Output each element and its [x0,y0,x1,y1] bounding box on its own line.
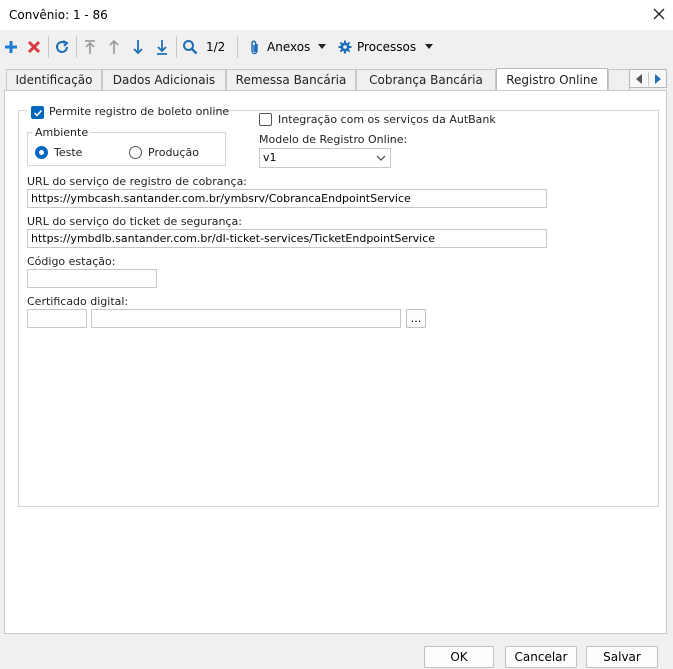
first-record-icon[interactable] [80,36,100,58]
refresh-icon[interactable] [52,36,72,58]
url-ticket-label: URL do serviço do ticket de segurança: [27,215,242,228]
tab-label: Identificação [15,73,93,87]
tab-label: Registro Online [506,73,598,87]
permite-registro-label: Permite registro de boleto online [49,105,230,118]
tab-label: Dados Adicionais [112,73,216,87]
url-cobranca-input[interactable]: https://ymbcash.santander.com.br/ymbsrv/… [27,189,547,208]
toolbar-separator [176,36,177,58]
tab-cobranca-bancaria[interactable]: Cobrança Bancária [356,69,496,90]
tab-overflow[interactable] [608,69,630,90]
add-icon[interactable] [1,36,21,58]
cancel-label: Cancelar [514,650,568,664]
search-icon[interactable] [180,36,200,58]
tab-dados-adicionais[interactable]: Dados Adicionais [102,69,226,90]
last-record-icon[interactable] [152,36,172,58]
ambiente-producao-label: Produção [148,146,199,159]
chevron-down-icon [318,44,326,49]
previous-record-icon[interactable] [104,36,124,58]
anexos-label: Anexos [267,40,311,54]
certificado-path-input[interactable] [91,309,401,328]
ambiente-producao-radio[interactable] [129,146,142,159]
modelo-registro-value: v1 [263,151,277,164]
tab-label: Remessa Bancária [235,73,347,87]
tab-identificacao[interactable]: Identificação [6,69,102,90]
processos-label: Processos [357,40,417,54]
tab-panel-registro-online: Permite registro de boleto online Ambien… [4,90,667,634]
toolbar-separator [76,36,77,58]
checkmark-icon [33,109,43,117]
chevron-down-icon [376,155,386,161]
tab-remessa-bancaria[interactable]: Remessa Bancária [226,69,356,90]
cancel-button[interactable]: Cancelar [505,646,577,668]
tab-scroll-buttons [629,69,667,88]
permite-registro-option[interactable]: Permite registro de boleto online [27,103,229,121]
anexos-menu-button[interactable]: Anexos [246,36,328,58]
modelo-registro-label: Modelo de Registro Online: [259,133,408,146]
ok-label: OK [450,650,468,664]
scroll-divider [648,72,649,86]
scroll-right-icon[interactable] [654,74,662,84]
modelo-registro-select[interactable]: v1 [259,148,391,168]
ambiente-label: Ambiente [33,126,91,139]
save-button[interactable]: Salvar [586,646,658,668]
certificado-browse-button[interactable]: ... [406,309,426,328]
toolbar-separator [237,36,238,58]
ok-button[interactable]: OK [424,646,494,668]
integracao-autbank-checkbox[interactable] [259,113,272,126]
chevron-down-icon [425,44,433,49]
certificado-label: Certificado digital: [27,295,129,308]
toolbar: 1/2 Anexos Processos [0,32,673,62]
permite-registro-checkbox[interactable] [31,106,44,119]
browse-label: ... [410,312,422,325]
tab-strip: Identificação Dados Adicionais Remessa B… [4,68,667,91]
window-title: Convênio: 1 - 86 [9,8,108,22]
toolbar-separator [48,36,49,58]
processos-menu-button[interactable]: Processos [336,36,436,58]
paperclip-icon [251,40,258,55]
delete-icon[interactable] [24,36,44,58]
title-bar: Convênio: 1 - 86 [0,0,673,30]
next-record-icon[interactable] [128,36,148,58]
ambiente-teste-radio[interactable] [35,146,48,159]
close-icon[interactable] [651,6,667,22]
integracao-autbank-label: Integração com os serviços da AutBank [278,113,496,126]
codigo-estacao-input[interactable] [27,269,157,288]
gear-icon [338,40,352,54]
save-label: Salvar [603,650,641,664]
scroll-left-icon[interactable] [635,74,643,84]
url-ticket-input[interactable]: https://ymbdlb.santander.com.br/dl-ticke… [27,229,547,248]
page-indicator: 1/2 [206,40,226,54]
codigo-estacao-label: Código estação: [27,255,116,268]
ambiente-teste-label: Teste [54,146,83,159]
tab-label: Cobrança Bancária [369,73,483,87]
certificado-code-input[interactable] [27,309,87,328]
tab-registro-online[interactable]: Registro Online [496,68,608,91]
url-cobranca-label: URL do serviço de registro de cobrança: [27,175,248,188]
